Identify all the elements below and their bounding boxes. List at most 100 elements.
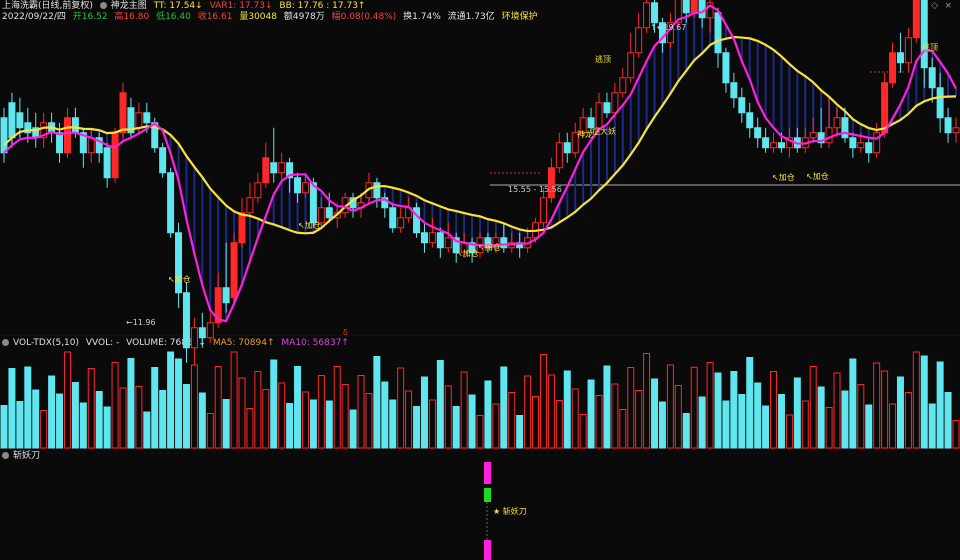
volume-bar bbox=[405, 390, 413, 449]
volume-bar bbox=[730, 371, 738, 449]
candle-body bbox=[373, 182, 381, 199]
candle-body bbox=[611, 92, 619, 114]
candle-body bbox=[635, 27, 643, 54]
volume-bar bbox=[397, 367, 405, 449]
volume-bar bbox=[222, 399, 230, 449]
candle-body bbox=[309, 182, 317, 224]
candle-body bbox=[952, 127, 960, 134]
volume-bar bbox=[278, 382, 286, 449]
volume-bar bbox=[127, 358, 135, 449]
volume-bar bbox=[8, 368, 16, 449]
candle-body bbox=[63, 117, 71, 154]
candle-body bbox=[428, 232, 436, 244]
add-position-label: ↖加仓 bbox=[806, 171, 829, 181]
candle-body bbox=[754, 127, 762, 139]
signal-bar-green bbox=[484, 488, 491, 502]
volume-bar bbox=[389, 399, 397, 449]
candle-body bbox=[595, 102, 603, 129]
candle-body bbox=[167, 172, 175, 234]
add-position-label: ↖加仓 bbox=[478, 242, 501, 252]
volume-bar bbox=[889, 403, 897, 449]
volume-bar bbox=[682, 413, 690, 449]
volume-bar bbox=[238, 377, 246, 449]
candle-body bbox=[16, 112, 24, 129]
candle-body bbox=[389, 207, 397, 229]
candle-body bbox=[0, 117, 8, 154]
add-position-label: ↖加仓 bbox=[772, 172, 795, 182]
volume-bar bbox=[500, 366, 508, 449]
volume-bar bbox=[143, 411, 151, 449]
volume-bar bbox=[159, 390, 167, 449]
candle-body bbox=[294, 177, 302, 194]
candle-body bbox=[920, 0, 928, 69]
volume-bar bbox=[436, 360, 444, 449]
candle-body bbox=[301, 182, 309, 194]
candle-body bbox=[270, 162, 278, 174]
volume-bar bbox=[214, 366, 222, 449]
shenlong-label: 神龙 bbox=[577, 129, 593, 139]
candle-body bbox=[539, 197, 547, 224]
volume-bar bbox=[754, 382, 762, 449]
volume-bar bbox=[246, 408, 254, 449]
candle-body bbox=[56, 132, 64, 154]
volume-bar bbox=[151, 367, 159, 449]
candle-body bbox=[230, 242, 238, 299]
candle-body bbox=[841, 117, 849, 139]
volume-bar bbox=[309, 399, 317, 449]
volume-bar bbox=[714, 372, 722, 449]
volume-bar bbox=[635, 390, 643, 449]
candle-body bbox=[238, 212, 246, 244]
volume-bar bbox=[873, 362, 881, 449]
candle-body bbox=[8, 102, 16, 139]
candle-body bbox=[135, 112, 143, 129]
candle-body bbox=[865, 142, 873, 154]
volume-bar bbox=[579, 414, 587, 449]
volume-bar bbox=[674, 385, 682, 449]
volume-bar bbox=[190, 364, 198, 449]
volume-bar bbox=[587, 379, 595, 449]
candle-body bbox=[857, 142, 865, 149]
volume-bar bbox=[532, 396, 540, 449]
volume-bar bbox=[619, 409, 627, 449]
volume-bar bbox=[349, 409, 357, 449]
volume-bar bbox=[452, 406, 460, 449]
volume-bar bbox=[865, 404, 873, 449]
candle-body bbox=[690, 0, 698, 14]
candle-body bbox=[103, 147, 111, 179]
volume-bar bbox=[611, 383, 619, 449]
volume-bar bbox=[294, 366, 302, 449]
volume-bar bbox=[270, 359, 278, 449]
volume-bar bbox=[373, 356, 381, 449]
candle-body bbox=[762, 137, 770, 149]
volume-bar bbox=[833, 372, 841, 449]
volume-bar bbox=[746, 357, 754, 449]
candle-body bbox=[198, 327, 206, 339]
red-marker: δ bbox=[343, 328, 348, 337]
volume-bar bbox=[182, 384, 190, 449]
volume-bar bbox=[555, 400, 563, 449]
volume-bar bbox=[793, 377, 801, 449]
volume-bar bbox=[119, 387, 127, 449]
volume-bar bbox=[428, 399, 436, 449]
volume-bar bbox=[563, 370, 571, 449]
candle-body bbox=[833, 117, 841, 129]
volume-bar bbox=[698, 396, 706, 449]
candle-body bbox=[730, 82, 738, 99]
volume-bar bbox=[738, 394, 746, 449]
volume-bar bbox=[825, 407, 833, 449]
candle-body bbox=[746, 112, 754, 129]
candle-body bbox=[182, 292, 190, 349]
add-position-label: ↖加仓 bbox=[168, 274, 191, 284]
price-line-label: 15.55 - 15.56 bbox=[508, 185, 562, 194]
candle-body bbox=[278, 162, 286, 174]
volume-bar bbox=[111, 362, 119, 449]
volume-bar bbox=[524, 375, 532, 449]
volume-bar bbox=[777, 394, 785, 449]
kline-chart[interactable]: ★ 斩妖刀 ↑←19.67 ←11.96 15.55 - 15.56 逃顶 逃顶… bbox=[0, 0, 960, 560]
volume-bar bbox=[603, 365, 611, 449]
volume-bar bbox=[48, 375, 56, 449]
candle-body bbox=[651, 2, 659, 24]
volume-bar bbox=[801, 400, 809, 449]
volume-bar bbox=[301, 391, 309, 449]
candle-body bbox=[246, 197, 254, 214]
